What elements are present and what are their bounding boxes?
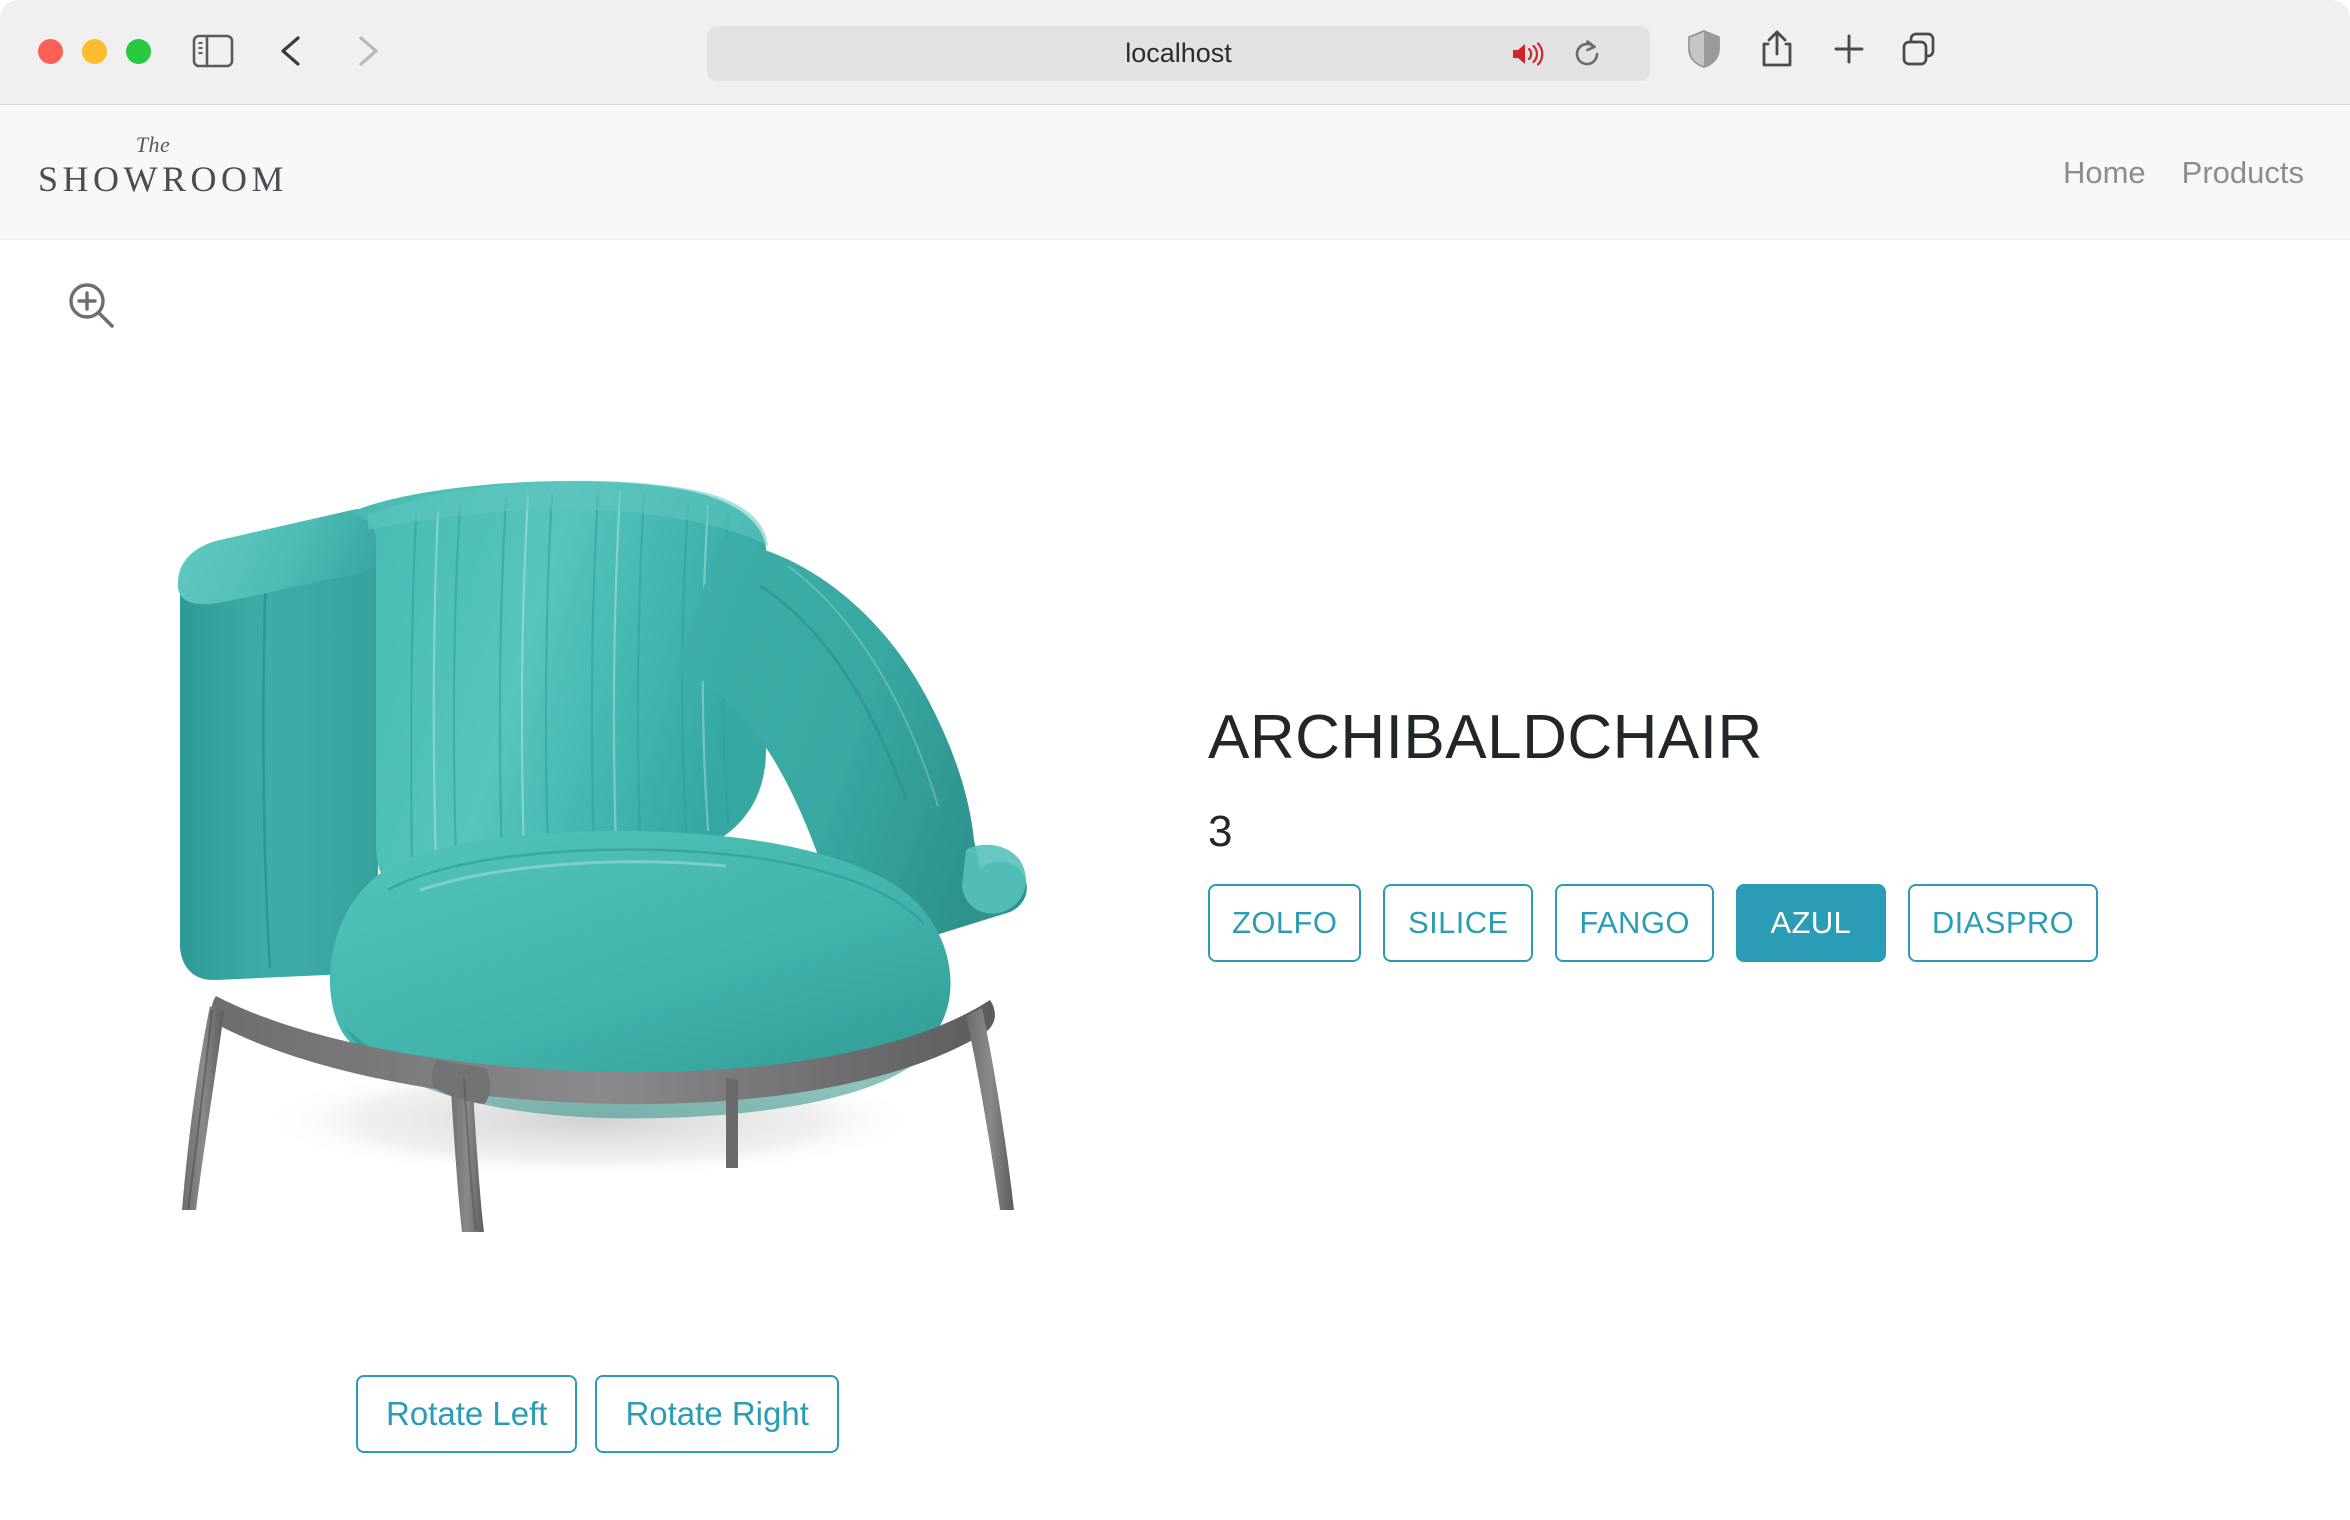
sidebar-toggle-icon[interactable] bbox=[192, 33, 234, 69]
site-header: The SHOWROOM Home Products bbox=[0, 105, 2350, 240]
brand-name: SHOWROOM bbox=[38, 159, 289, 199]
color-option-azul[interactable]: AZUL bbox=[1735, 884, 1886, 962]
product-quantity: 3 bbox=[1208, 807, 1233, 856]
color-option-zolfo[interactable]: ZOLFO bbox=[1208, 884, 1362, 962]
browser-window: localhost The SHOWROOM Home Products ARC… bbox=[0, 0, 2350, 1520]
forward-arrow-icon[interactable] bbox=[345, 30, 387, 72]
maximize-button[interactable] bbox=[126, 39, 151, 64]
brand-prefix: The bbox=[135, 132, 171, 157]
browser-toolbar: localhost bbox=[0, 0, 2350, 105]
nav-link-home[interactable]: Home bbox=[2063, 155, 2146, 191]
privacy-shield-icon[interactable] bbox=[1685, 29, 1723, 69]
color-option-silice[interactable]: SILICE bbox=[1383, 884, 1534, 962]
color-option-fango[interactable]: FANGO bbox=[1555, 884, 1714, 962]
color-option-diaspro[interactable]: DIASPRO bbox=[1907, 884, 2099, 962]
nav-link-products[interactable]: Products bbox=[2182, 155, 2304, 191]
url-text: localhost bbox=[1125, 38, 1232, 68]
rotate-right-button[interactable]: Rotate Right bbox=[595, 1375, 839, 1453]
brand-logo[interactable]: The SHOWROOM bbox=[38, 132, 289, 200]
chair-illustration bbox=[177, 480, 1027, 1232]
window-controls bbox=[38, 39, 151, 64]
rotate-left-button[interactable]: Rotate Left bbox=[356, 1375, 578, 1453]
product-image[interactable] bbox=[120, 420, 1100, 1250]
close-button[interactable] bbox=[38, 39, 63, 64]
rotate-controls: Rotate Left Rotate Right bbox=[356, 1375, 839, 1453]
reload-icon[interactable] bbox=[1572, 39, 1602, 69]
plus-icon[interactable] bbox=[1830, 29, 1868, 69]
back-arrow-icon[interactable] bbox=[272, 30, 314, 72]
product-title: ARCHIBALDCHAIR bbox=[1208, 703, 1763, 772]
zoom-in-magnifier-icon[interactable] bbox=[64, 278, 120, 334]
site-nav: Home Products bbox=[2063, 105, 2304, 240]
url-bar[interactable]: localhost bbox=[707, 26, 1650, 81]
product-info: ARCHIBALDCHAIR 3 ZOLFO SILICE FANGO AZUL… bbox=[1208, 700, 2258, 962]
speaker-playing-icon[interactable] bbox=[1511, 41, 1545, 67]
minimize-button[interactable] bbox=[82, 39, 107, 64]
color-options: ZOLFO SILICE FANGO AZUL DIASPRO bbox=[1208, 884, 2258, 962]
tab-overview-icon[interactable] bbox=[1900, 29, 1938, 69]
share-icon[interactable] bbox=[1758, 29, 1796, 69]
